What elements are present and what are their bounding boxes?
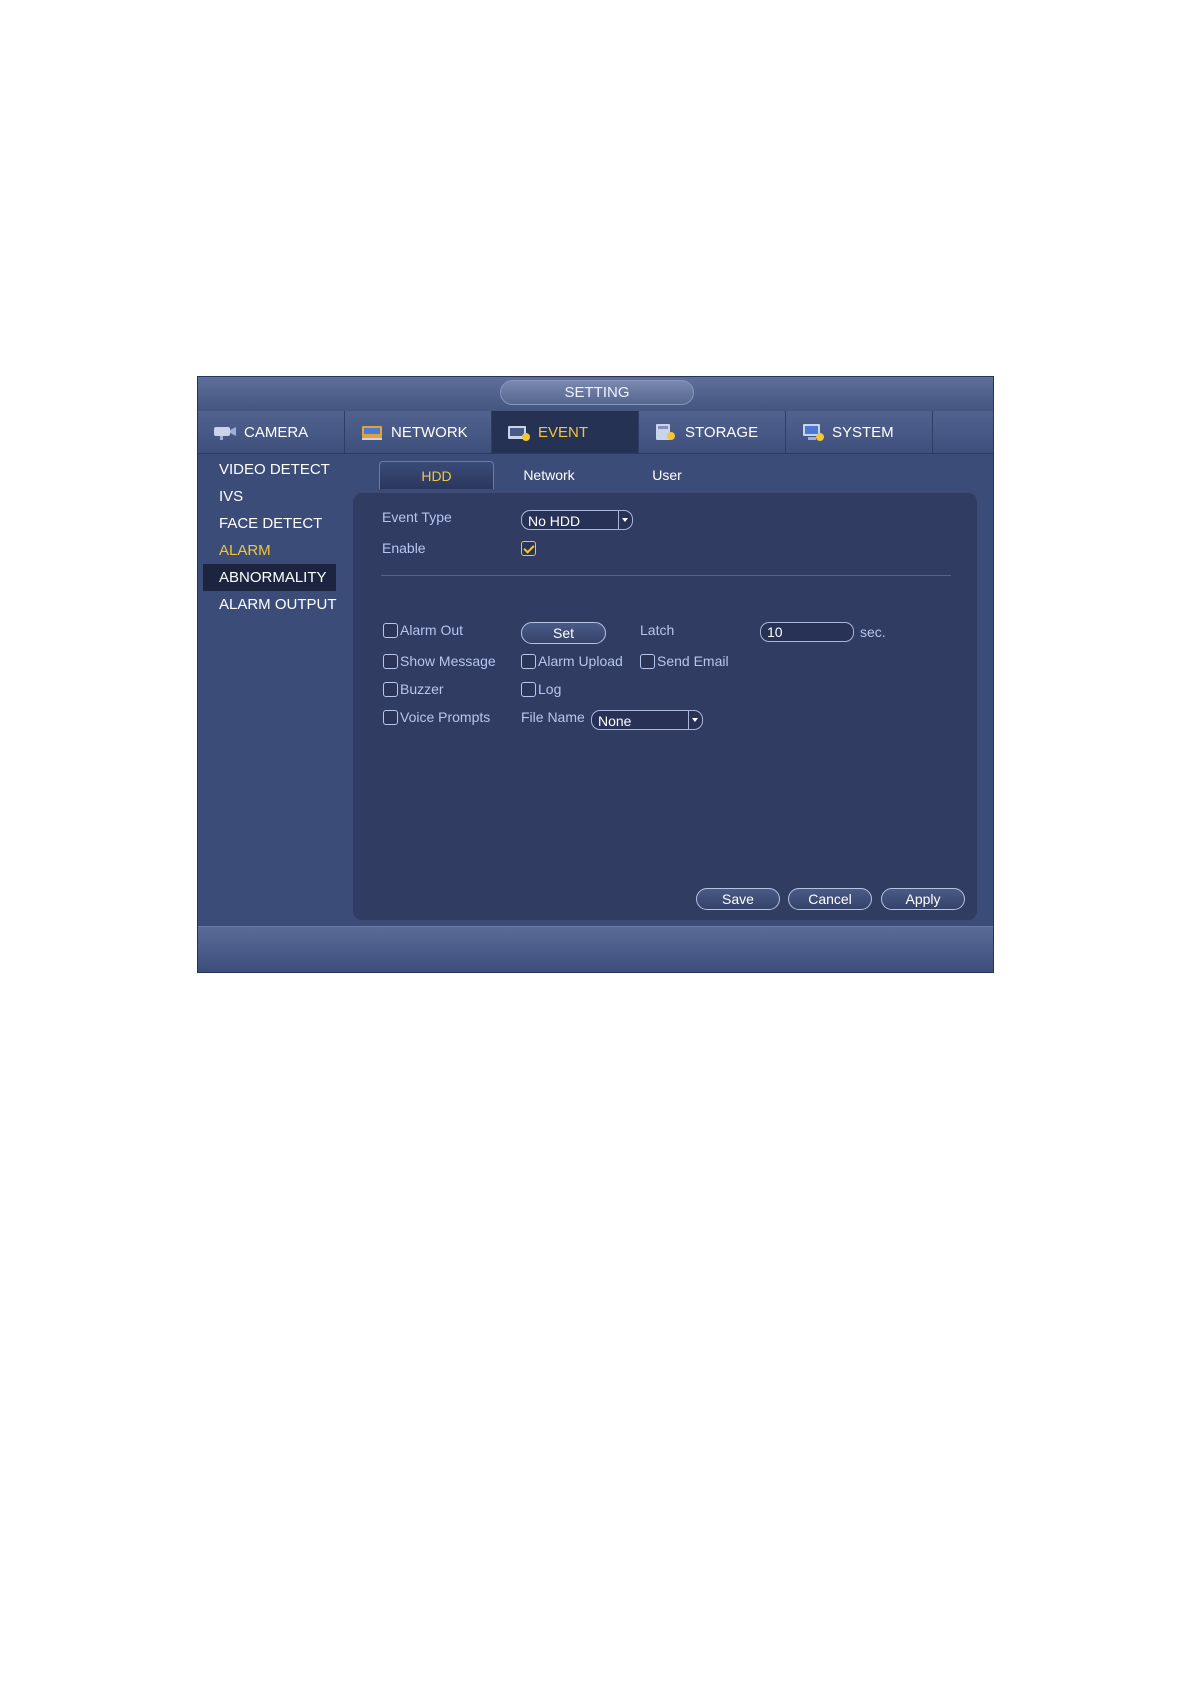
buzzer-label: Buzzer — [400, 681, 444, 697]
nav-label: STORAGE — [685, 423, 759, 441]
sidebar-item-face-detect[interactable]: FACE DETECT — [203, 510, 336, 537]
sidebar-item-abnormality[interactable]: ABNORMALITY — [203, 564, 336, 591]
network-icon — [359, 422, 385, 442]
main-nav: CAMERA NETWORK EVENT STORAGE SYSTEM — [198, 411, 993, 454]
nav-label: EVENT — [538, 423, 589, 441]
alarm-upload-checkbox[interactable] — [521, 654, 536, 669]
nav-label: SYSTEM — [832, 423, 894, 441]
voice-prompts-checkbox[interactable] — [383, 710, 398, 725]
nav-event[interactable]: EVENT — [492, 411, 639, 453]
chevron-down-icon — [618, 511, 632, 529]
footer-bar — [198, 926, 993, 972]
latch-input[interactable]: 10 — [760, 622, 854, 642]
event-type-label: Event Type — [382, 509, 452, 525]
tab-user[interactable]: User — [617, 461, 717, 489]
latch-label: Latch — [640, 622, 675, 638]
file-name-label: File Name — [521, 709, 585, 725]
sidebar-item-video-detect[interactable]: VIDEO DETECT — [203, 456, 336, 483]
nav-label: CAMERA — [244, 423, 309, 441]
file-name-select[interactable]: None — [591, 710, 703, 730]
camera-icon — [212, 422, 238, 442]
tab-hdd[interactable]: HDD — [379, 461, 494, 489]
alarm-out-label: Alarm Out — [400, 622, 464, 638]
tab-network[interactable]: Network — [499, 461, 599, 489]
nav-camera[interactable]: CAMERA — [198, 411, 345, 453]
nav-network[interactable]: NETWORK — [345, 411, 492, 453]
set-button[interactable]: Set — [521, 622, 606, 644]
alarm-upload-label: Alarm Upload — [538, 653, 623, 669]
nav-system[interactable]: SYSTEM — [786, 411, 933, 453]
file-name-value: None — [598, 713, 632, 729]
sidebar-item-alarm[interactable]: ALARM — [203, 537, 336, 564]
voice-prompts-label: Voice Prompts — [400, 709, 491, 725]
event-type-value: No HDD — [528, 513, 581, 529]
save-button[interactable]: Save — [696, 888, 780, 910]
title-bar: SETTING — [198, 377, 993, 411]
chevron-down-icon — [688, 711, 702, 729]
cancel-button[interactable]: Cancel — [788, 888, 872, 910]
log-label: Log — [538, 681, 562, 697]
nav-storage[interactable]: STORAGE — [639, 411, 786, 453]
storage-icon — [653, 422, 679, 442]
settings-window: SETTING CAMERA NETWORK EVENT STORAGE SYS… — [197, 376, 994, 973]
divider — [381, 575, 951, 576]
log-checkbox[interactable] — [521, 682, 536, 697]
show-message-checkbox[interactable] — [383, 654, 398, 669]
alarm-out-checkbox[interactable] — [383, 623, 398, 638]
enable-label: Enable — [382, 540, 426, 556]
sidebar-item-ivs[interactable]: IVS — [203, 483, 336, 510]
event-type-select[interactable]: No HDD — [521, 510, 633, 530]
buzzer-checkbox[interactable] — [383, 682, 398, 697]
nav-label: NETWORK — [391, 423, 468, 441]
send-email-label: Send Email — [657, 653, 729, 669]
event-icon — [506, 422, 532, 442]
apply-button[interactable]: Apply — [881, 888, 965, 910]
sidebar: VIDEO DETECT IVS FACE DETECT ALARM ABNOR… — [198, 453, 338, 893]
latch-unit: sec. — [860, 624, 886, 640]
show-message-label: Show Message — [400, 653, 496, 669]
sidebar-item-alarm-output[interactable]: ALARM OUTPUT — [203, 591, 337, 618]
send-email-checkbox[interactable] — [640, 654, 655, 669]
system-icon — [800, 422, 826, 442]
settings-panel: Event Type No HDD Enable Alarm Out Set L… — [352, 492, 978, 921]
enable-checkbox[interactable] — [521, 541, 536, 556]
window-title: SETTING — [500, 380, 694, 405]
